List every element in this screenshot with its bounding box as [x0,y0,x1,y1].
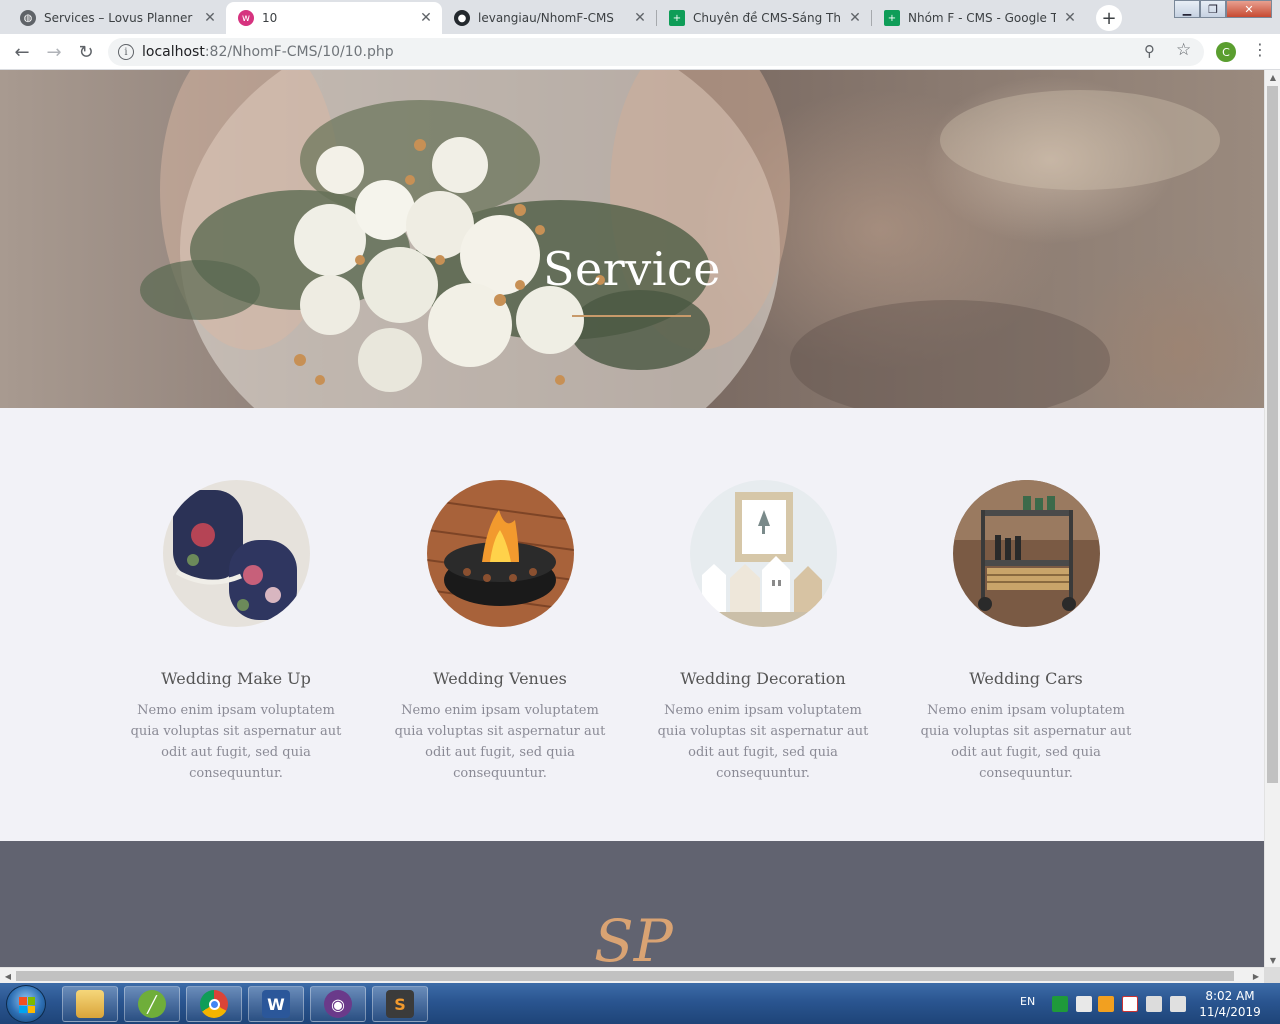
service-card-venues: Wedding Venues Nemo enim ipsam voluptate… [380,480,620,784]
horizontal-scroll-thumb[interactable] [16,971,1234,981]
network-icon[interactable] [1146,996,1162,1012]
service-image-decoration[interactable] [689,480,837,627]
service-image-venues[interactable] [426,480,574,627]
leaf-app-icon: ╱ [138,990,166,1018]
bookmark-star-icon[interactable]: ☆ [1176,40,1191,60]
word-icon: W [262,990,290,1018]
minimize-button[interactable]: ▁ [1174,0,1200,18]
services-section: Wedding Make Up Nemo enim ipsam voluptat… [0,408,1264,841]
tab-github[interactable]: ● levangiau/NhomF-CMS ✕ [442,2,656,34]
service-image-cars[interactable] [952,480,1100,627]
info-icon[interactable]: i [118,44,134,60]
tab-sheets-1[interactable]: + Chuyên đề CMS-Sáng Thứ 2 ✕ [657,2,871,34]
service-title: Wedding Make Up [161,669,311,688]
service-description: Nemo enim ipsam voluptatem quia voluptas… [657,703,869,781]
tray-app-icon[interactable] [1098,996,1114,1012]
browser-toolbar: ← → ↻ i localhost:82/NhomF-CMS/10/10.php… [0,34,1280,70]
vertical-scroll-thumb[interactable] [1267,86,1278,783]
close-tab-icon[interactable]: ✕ [1062,10,1078,26]
sublime-text-icon: S [386,990,414,1018]
tab-title: 10 [262,11,278,25]
forward-arrow-icon[interactable]: → [42,40,66,64]
github-icon: ● [454,10,470,26]
tab-title: Chuyên đề CMS-Sáng Thứ 2 [693,11,841,25]
tab-title: levangiau/NhomF-CMS [478,11,614,25]
scrollbar-corner [1264,967,1280,983]
tab-services[interactable]: ◍ Services – Lovus Planner ✕ [8,2,226,34]
service-card-make-up: Wedding Make Up Nemo enim ipsam voluptat… [116,480,356,784]
url-text[interactable]: localhost:82/NhomF-CMS/10/10.php [142,44,394,60]
globe-icon: ◍ [20,10,36,26]
page-title: Service [543,242,721,296]
language-indicator[interactable]: EN [1020,995,1035,1008]
start-button[interactable] [6,985,46,1023]
taskbar-app-2[interactable]: ╱ [124,986,180,1022]
scroll-down-arrow-icon[interactable]: ▼ [1265,953,1280,967]
restore-button[interactable]: ❐ [1200,0,1226,18]
new-tab-button[interactable]: + [1096,5,1122,31]
folder-icon [76,990,104,1018]
address-bar[interactable]: i localhost:82/NhomF-CMS/10/10.php ⚲ ☆ [108,38,1204,66]
chrome-icon [200,990,228,1018]
horizontal-scrollbar[interactable]: ◀ ▶ [0,967,1264,983]
kebab-menu-icon[interactable]: ⋮ [1252,40,1268,59]
service-image-make-up[interactable] [162,480,310,627]
service-description: Nemo enim ipsam voluptatem quia voluptas… [130,703,342,781]
footer-logo[interactable]: SP [594,907,673,967]
clock-time[interactable]: 8:02 AM [1198,989,1262,1003]
service-description: Nemo enim ipsam voluptatem quia voluptas… [920,703,1132,781]
taskbar-sublime[interactable]: S [372,986,428,1022]
service-title: Wedding Venues [433,669,567,688]
taskbar-explorer[interactable] [62,986,118,1022]
hero-banner: Service [0,70,1264,408]
windows-logo-icon [19,997,35,1013]
page-viewport: Service Wedding Make Up Nemo enim ipsam … [0,70,1264,967]
web-icon: w [238,10,254,26]
cat-app-icon: ◉ [324,990,352,1018]
window-close-button[interactable]: ✕ [1226,0,1272,18]
url-path: :82/NhomF-CMS/10/10.php [204,44,394,60]
sheets-icon: + [669,10,685,26]
profile-avatar[interactable]: C [1216,42,1236,62]
volume-muted-icon[interactable] [1170,996,1186,1012]
service-card-decoration: Wedding Decoration Nemo enim ipsam volup… [643,480,883,784]
tab-sheets-2[interactable]: + Nhóm F - CMS - Google Trang ✕ [872,2,1086,34]
windows-taskbar: ╱ W ◉ S EN 8:02 AM 11/4/2019 [0,983,1280,1024]
vertical-scrollbar[interactable]: ▲ ▼ [1264,70,1280,967]
close-tab-icon[interactable]: ✕ [418,10,434,26]
tab-strip: ◍ Services – Lovus Planner ✕ w 10 ✕ ● le… [0,0,1280,34]
tray-app-icon[interactable] [1052,996,1068,1012]
close-tab-icon[interactable]: ✕ [847,10,863,26]
system-tray: EN 8:02 AM 11/4/2019 [1010,983,1280,1024]
tab-10[interactable]: w 10 ✕ [226,2,442,34]
clock-date[interactable]: 11/4/2019 [1198,1005,1262,1019]
close-tab-icon[interactable]: ✕ [202,10,218,26]
scroll-up-arrow-icon[interactable]: ▲ [1265,70,1280,84]
footer: SP [0,841,1264,967]
service-description: Nemo enim ipsam voluptatem quia voluptas… [394,703,606,781]
tray-app-icon[interactable] [1122,996,1138,1012]
taskbar-word[interactable]: W [248,986,304,1022]
zoom-icon[interactable]: ⚲ [1144,42,1155,60]
window-controls: ▁ ❐ ✕ [1174,0,1272,20]
url-host: localhost [142,44,205,60]
taskbar-chrome[interactable] [186,986,242,1022]
bouquet-image [140,70,1220,408]
reload-icon[interactable]: ↻ [74,40,98,64]
scroll-right-arrow-icon[interactable]: ▶ [1248,968,1264,984]
tab-title: Services – Lovus Planner [44,11,193,25]
service-card-cars: Wedding Cars Nemo enim ipsam voluptatem … [906,480,1146,784]
tab-title: Nhóm F - CMS - Google Trang [908,11,1056,25]
scroll-left-arrow-icon[interactable]: ◀ [0,968,16,984]
service-title: Wedding Decoration [680,669,846,688]
tray-app-icon[interactable] [1076,996,1092,1012]
title-underline [572,315,691,317]
service-title: Wedding Cars [969,669,1083,688]
close-tab-icon[interactable]: ✕ [632,10,648,26]
back-arrow-icon[interactable]: ← [10,40,34,64]
sheets-icon: + [884,10,900,26]
taskbar-app-5[interactable]: ◉ [310,986,366,1022]
